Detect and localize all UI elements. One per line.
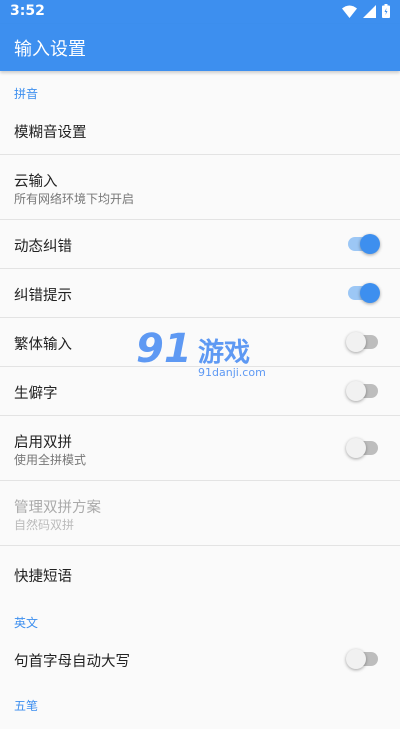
dynamic-correction-toggle[interactable] [348, 234, 380, 254]
setting-label: 繁体输入 [14, 337, 72, 353]
setting-quick-phrases[interactable]: 快捷短语 [0, 546, 400, 600]
setting-label: 启用双拼 [14, 435, 72, 451]
section-header-english: 英文 [14, 616, 39, 630]
watermark-logo: 91 游戏 91danji.com [136, 326, 266, 386]
setting-label: 生僻字 [14, 386, 58, 402]
traditional-input-toggle[interactable] [346, 332, 378, 352]
battery-icon [382, 4, 390, 18]
section-header-wubi: 五笔 [14, 699, 39, 713]
correction-hint-toggle[interactable] [348, 283, 380, 303]
setting-label: 模糊音设置 [14, 125, 87, 141]
setting-summary: 所有网络环境下均开启 [14, 192, 135, 206]
setting-cloud-input[interactable]: 云输入 所有网络环境下均开启 [0, 155, 400, 220]
wifi-icon [342, 5, 357, 18]
setting-correction-hint[interactable]: 纠错提示 [0, 269, 400, 318]
shuangpin-toggle[interactable] [346, 438, 378, 458]
setting-label: 纠错提示 [14, 288, 72, 304]
setting-fuzzy-sound[interactable]: 模糊音设置 [0, 106, 400, 155]
setting-label: 管理双拼方案 [14, 500, 101, 516]
settings-list: 拼音 模糊音设置 云输入 所有网络环境下均开启 动态纠错 纠错提示 繁体输入 生… [0, 71, 400, 718]
setting-label: 动态纠错 [14, 239, 72, 255]
status-time: 3:52 [10, 3, 45, 19]
watermark-number: 91 [136, 326, 192, 372]
watermark-url: 91danji.com [198, 366, 266, 379]
signal-icon [363, 4, 376, 18]
setting-enable-shuangpin[interactable]: 启用双拼 使用全拼模式 [0, 416, 400, 481]
setting-summary: 使用全拼模式 [14, 453, 87, 467]
rare-characters-toggle[interactable] [346, 381, 378, 401]
setting-label: 快捷短语 [14, 569, 72, 585]
section-header-pinyin: 拼音 [14, 87, 39, 101]
page-title: 输入设置 [14, 39, 86, 60]
setting-label: 云输入 [14, 174, 58, 190]
status-bar: 3:52 [0, 0, 400, 24]
setting-label: 句首字母自动大写 [14, 654, 130, 670]
app-bar: 输入设置 [0, 24, 400, 71]
watermark-name: 游戏 [198, 338, 251, 368]
status-icons [342, 4, 390, 18]
setting-shuangpin-scheme: 管理双拼方案 自然码双拼 [0, 481, 400, 546]
setting-auto-capitalize[interactable]: 句首字母自动大写 [0, 635, 400, 683]
setting-dynamic-correction[interactable]: 动态纠错 [0, 220, 400, 269]
setting-summary: 自然码双拼 [14, 518, 75, 532]
auto-capitalize-toggle[interactable] [346, 649, 378, 669]
